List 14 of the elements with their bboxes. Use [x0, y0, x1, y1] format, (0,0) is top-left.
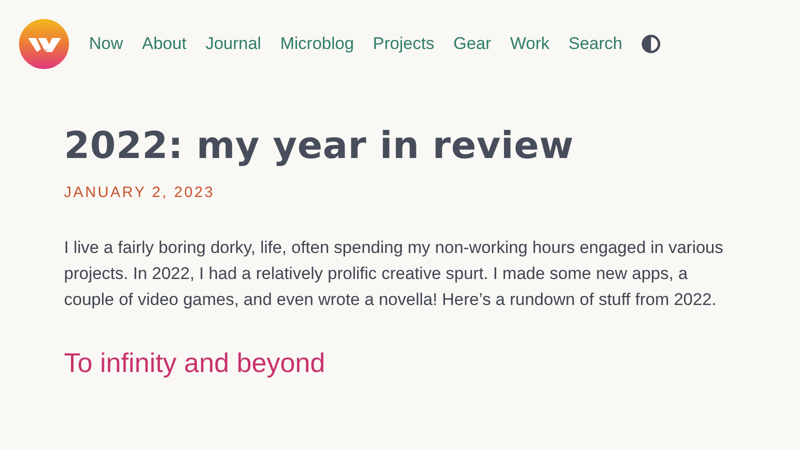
nav-link[interactable]: Gear [453, 30, 492, 56]
nav-link[interactable]: Search [568, 30, 622, 56]
intro-paragraph: I live a fairly boring dorky, life, often spending my non-working hours engaged in various projects. In 2022, I had a relatively prolific creative spurt. I made some new apps, a couple of video games, and even wrote a novella! Here’s a rundown of stuff from 2022. [64, 236, 724, 310]
nav-link[interactable]: Now [89, 30, 124, 56]
contrast-icon[interactable] [641, 34, 662, 54]
nav-link[interactable]: Projects [372, 30, 434, 56]
logo-icon[interactable] [19, 18, 69, 68]
nav-link[interactable]: Journal [205, 30, 262, 56]
nav-link[interactable]: About [142, 30, 186, 56]
nav-link[interactable]: Work [510, 30, 550, 56]
article-title: 2022: my year in review [64, 124, 575, 168]
section-heading: To infinity and beyond [64, 346, 326, 380]
nav-link[interactable]: Microblog [280, 30, 354, 56]
article-date: JANUARY 2, 2023 [64, 183, 216, 203]
